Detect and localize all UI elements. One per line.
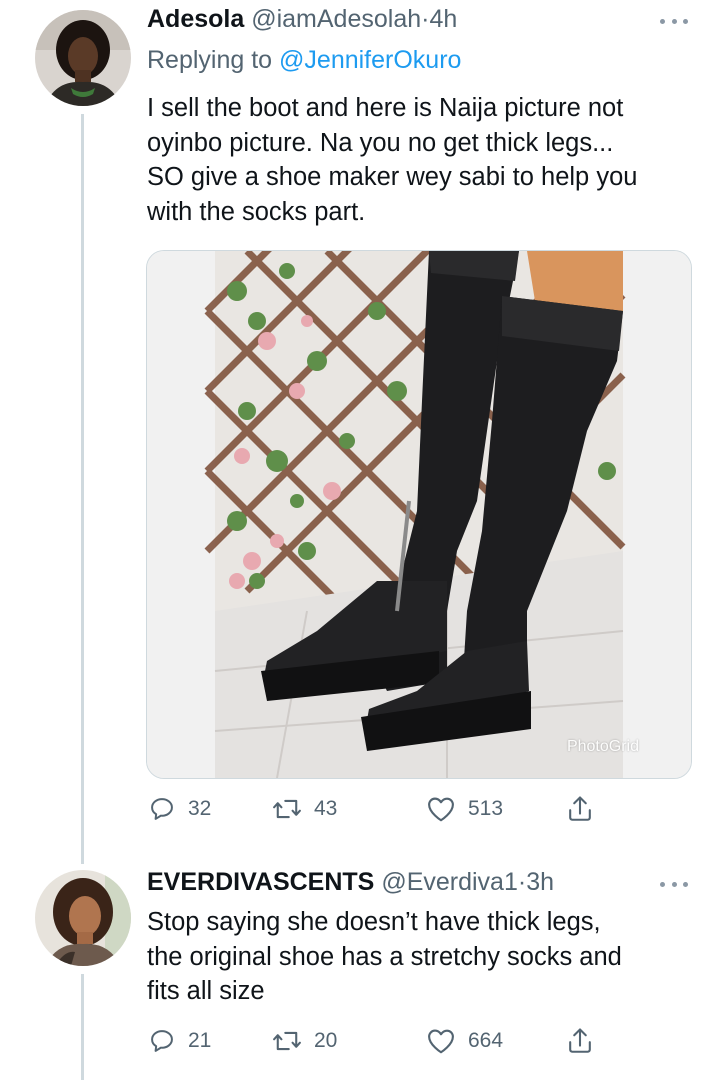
replying-prefix: Replying to <box>147 46 280 74</box>
tweet-text-line: fits all size <box>147 977 265 1005</box>
timestamp[interactable]: 3h <box>526 868 554 896</box>
reply-button[interactable]: 32 <box>148 792 211 826</box>
reply-button[interactable]: 21 <box>148 1024 211 1058</box>
retweet-count: 43 <box>314 797 338 820</box>
retweet-icon <box>273 1031 301 1051</box>
reply-icon <box>151 1030 173 1052</box>
timestamp[interactable]: 4h <box>429 5 457 33</box>
thread-connector <box>81 974 84 1080</box>
heart-icon <box>428 1029 454 1054</box>
photo-watermark: PhotoGrid <box>566 738 639 755</box>
boots-photo <box>147 251 691 778</box>
share-button[interactable] <box>566 1024 594 1058</box>
tweet-header: EVERDIVASCENTS @Everdiva1·3h <box>147 867 554 897</box>
retweet-count: 20 <box>314 1029 338 1052</box>
tweet-actions: 32 43 513 <box>146 792 606 826</box>
share-icon <box>569 1028 591 1053</box>
tweet-actions: 21 20 664 <box>146 1024 606 1058</box>
tweet-header: Adesola @iamAdesolah·4h <box>147 4 457 34</box>
tweet-text-line: I sell the boot and here is Naija pictur… <box>147 94 624 122</box>
like-count: 513 <box>468 797 504 820</box>
thread-connector <box>81 114 84 864</box>
tweet-1[interactable]: Adesola @iamAdesolah·4h Replying to @Jen… <box>0 0 726 864</box>
retweet-icon <box>273 799 301 819</box>
display-name[interactable]: Adesola <box>147 5 244 33</box>
tweet-text-line: with the socks part. <box>147 197 366 226</box>
separator: · <box>517 868 527 896</box>
reply-count: 32 <box>188 797 212 820</box>
more-dots-icon[interactable] <box>660 879 688 889</box>
tweet-text: Stop saying she doesn’t have thick legs,… <box>147 905 697 1009</box>
tweet-text-line: SO give a shoe maker wey sabi to help yo… <box>147 163 638 191</box>
handle[interactable]: @Everdiva1 <box>381 868 518 896</box>
share-button[interactable] <box>566 792 594 826</box>
display-name[interactable]: EVERDIVASCENTS <box>147 868 374 896</box>
reply-count: 21 <box>188 1029 212 1052</box>
avatar-everdivascents[interactable] <box>35 870 131 966</box>
heart-icon <box>428 797 454 822</box>
like-button[interactable]: 513 <box>426 792 503 826</box>
like-count: 664 <box>468 1029 504 1052</box>
reply-icon <box>151 798 173 820</box>
retweet-button[interactable]: 43 <box>272 792 337 826</box>
tweet-text: I sell the boot and here is Naija pictur… <box>147 91 697 229</box>
tweet-2[interactable]: EVERDIVASCENTS @Everdiva1·3h Stop saying… <box>0 860 726 1080</box>
retweet-button[interactable]: 20 <box>272 1024 337 1058</box>
tweet-text-line: oyinbo picture. Na you no get thick legs… <box>147 128 614 157</box>
more-dots-icon[interactable] <box>660 16 688 26</box>
share-icon <box>569 796 591 821</box>
tweet-text-line: the original shoe has a stretchy socks a… <box>147 942 622 971</box>
replying-to-mention[interactable]: @JenniferOkuro <box>279 46 461 74</box>
tweet-text-line: Stop saying she doesn’t have thick legs, <box>147 908 601 936</box>
handle[interactable]: @iamAdesolah <box>251 5 421 33</box>
tweet-media-photo[interactable]: PhotoGrid <box>146 250 692 779</box>
like-button[interactable]: 664 <box>426 1024 503 1058</box>
replying-to: Replying to @JenniferOkuro <box>147 45 461 75</box>
avatar-adesola[interactable] <box>35 10 131 106</box>
